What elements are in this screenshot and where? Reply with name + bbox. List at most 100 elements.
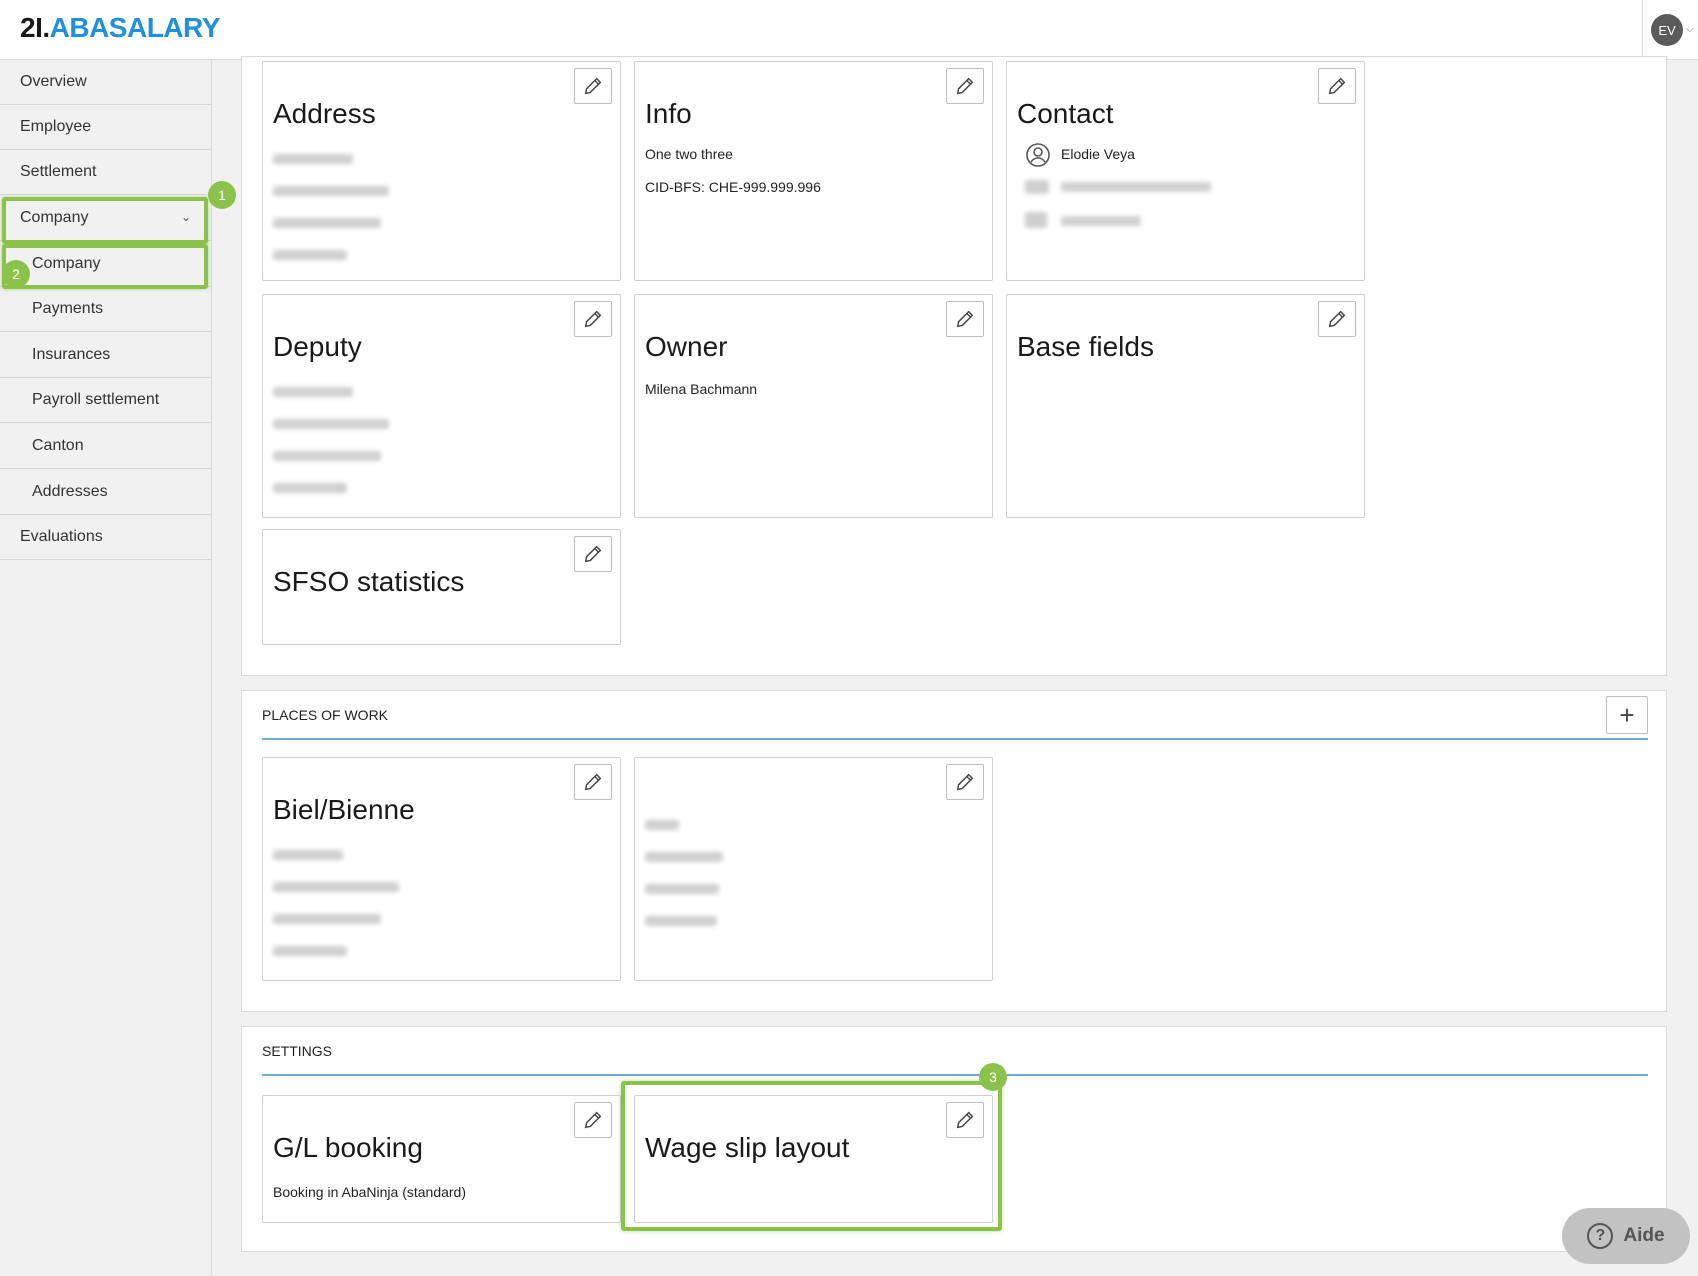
section-title: SETTINGS [262, 1043, 333, 1059]
sidebar-item-employee[interactable]: Employee [0, 105, 211, 150]
pencil-icon [584, 545, 602, 563]
settings-panel: SETTINGS G/L booking Booking in AbaNinja… [241, 1026, 1667, 1252]
sidebar-item-label: Settlement [20, 163, 97, 180]
sidebar-item-label: Company [20, 209, 89, 226]
redacted-text [273, 154, 353, 164]
redacted-text [273, 914, 381, 924]
user-avatar[interactable]: EV [1651, 14, 1683, 46]
sidebar-item-label: Overview [20, 73, 87, 90]
edit-button[interactable] [946, 68, 984, 104]
edit-button[interactable] [574, 301, 612, 337]
section-divider [262, 1074, 1648, 1076]
sidebar-item-label: Company [32, 255, 101, 272]
edit-button[interactable] [946, 301, 984, 337]
header-divider [1642, 0, 1643, 60]
pencil-icon [584, 1111, 602, 1129]
user-circle-icon [1026, 143, 1050, 167]
section-title: PLACES OF WORK [262, 707, 389, 723]
place-card: Biel/Bienne [262, 757, 621, 981]
card-title: Deputy [273, 331, 362, 362]
edit-button[interactable] [574, 68, 612, 104]
card-title: Owner [645, 331, 728, 362]
place-card [634, 757, 993, 981]
sidebar-item-overview[interactable]: Overview [0, 60, 211, 105]
redacted-text [273, 250, 347, 260]
logo-brand: ABASALARY [49, 12, 221, 43]
redacted-text [273, 387, 353, 397]
app-logo[interactable]: 2I.ABASALARY [20, 12, 220, 44]
edit-button[interactable] [1318, 68, 1356, 104]
wage-slip-layout-card: Wage slip layout [634, 1095, 993, 1223]
step-marker: 1 [208, 181, 236, 209]
redacted-text [645, 852, 723, 862]
edit-button[interactable] [574, 1102, 612, 1138]
contact-name: Elodie Veya [1061, 146, 1135, 162]
sidebar-item-label: Payments [32, 300, 104, 317]
sidebar-subitem-company[interactable]: Company [0, 242, 211, 287]
help-label: Aide [1623, 1225, 1665, 1246]
sidebar-subitem-payments[interactable]: Payments [0, 287, 211, 332]
chevron-down-icon[interactable]: ⌵ [1686, 24, 1694, 35]
owner-card: Owner Milena Bachmann [634, 294, 993, 518]
sidebar-subitem-payroll-settlement[interactable]: Payroll settlement [0, 378, 211, 423]
card-title: Base fields [1017, 331, 1154, 362]
redacted-text [273, 483, 347, 493]
edit-button[interactable] [574, 764, 612, 800]
info-line: One two three [645, 146, 733, 162]
redacted-text [273, 850, 343, 860]
sidebar-item-label: Evaluations [20, 528, 103, 545]
question-icon: ? [1587, 1223, 1614, 1249]
card-title: Info [645, 98, 692, 129]
pencil-icon [956, 773, 974, 791]
pencil-icon [584, 310, 602, 328]
card-title: Contact [1017, 98, 1114, 129]
sidebar-item-evaluations[interactable]: Evaluations [0, 515, 211, 560]
app-header: 2I.ABASALARY EV ⌵ [0, 0, 1698, 60]
help-button[interactable]: ? Aide [1562, 1208, 1690, 1264]
gl-booking-value: Booking in AbaNinja (standard) [273, 1184, 467, 1200]
sidebar-item-label: Payroll settlement [32, 391, 160, 408]
pencil-icon [1328, 310, 1346, 328]
places-of-work-panel: PLACES OF WORK + Biel/Bienne [241, 690, 1667, 1012]
edit-button[interactable] [574, 536, 612, 572]
phone-icon [1025, 212, 1047, 228]
gl-booking-card: G/L booking Booking in AbaNinja (standar… [262, 1095, 621, 1223]
card-title: G/L booking [273, 1132, 423, 1163]
sidebar-subitem-insurances[interactable]: Insurances [0, 333, 211, 378]
redacted-text [273, 218, 381, 228]
deputy-card: Deputy [262, 294, 621, 518]
company-panel: Address Info One two three CID-BFS: CHE-… [241, 56, 1667, 676]
edit-button[interactable] [1318, 301, 1356, 337]
redacted-text [645, 884, 719, 894]
redacted-text [273, 419, 389, 429]
add-place-button[interactable]: + [1606, 696, 1648, 734]
edit-button[interactable] [946, 764, 984, 800]
info-line: CID-BFS: CHE-999.999.996 [645, 179, 821, 195]
pencil-icon [956, 1111, 974, 1129]
sidebar-item-company[interactable]: Company ⌄ [0, 196, 211, 241]
card-title: Biel/Bienne [273, 794, 415, 825]
pencil-icon [956, 77, 974, 95]
sidebar-item-label: Addresses [32, 483, 108, 500]
pencil-icon [956, 310, 974, 328]
sidebar-item-settlement[interactable]: Settlement [0, 150, 211, 195]
sidebar: Overview Employee Settlement Company ⌄ Co… [0, 60, 212, 1276]
owner-name: Milena Bachmann [645, 381, 758, 397]
step-marker: 3 [979, 1063, 1007, 1091]
redacted-text [273, 882, 399, 892]
edit-button[interactable] [946, 1102, 984, 1138]
redacted-text [273, 186, 389, 196]
pencil-icon [584, 773, 602, 791]
chevron-down-icon: ⌄ [180, 210, 191, 224]
sfso-statistics-card: SFSO statistics [262, 529, 621, 645]
address-card: Address [262, 61, 621, 281]
section-divider [262, 738, 1648, 740]
card-title: SFSO statistics [273, 566, 465, 597]
sidebar-item-label: Insurances [32, 346, 111, 363]
sidebar-subitem-addresses[interactable]: Addresses [0, 470, 211, 515]
sidebar-subitem-canton[interactable]: Canton [0, 424, 211, 469]
contact-card: Contact Elodie Veya [1006, 61, 1365, 281]
card-title: Address [273, 98, 376, 129]
plus-icon: + [1619, 699, 1635, 730]
redacted-text [1061, 216, 1141, 226]
